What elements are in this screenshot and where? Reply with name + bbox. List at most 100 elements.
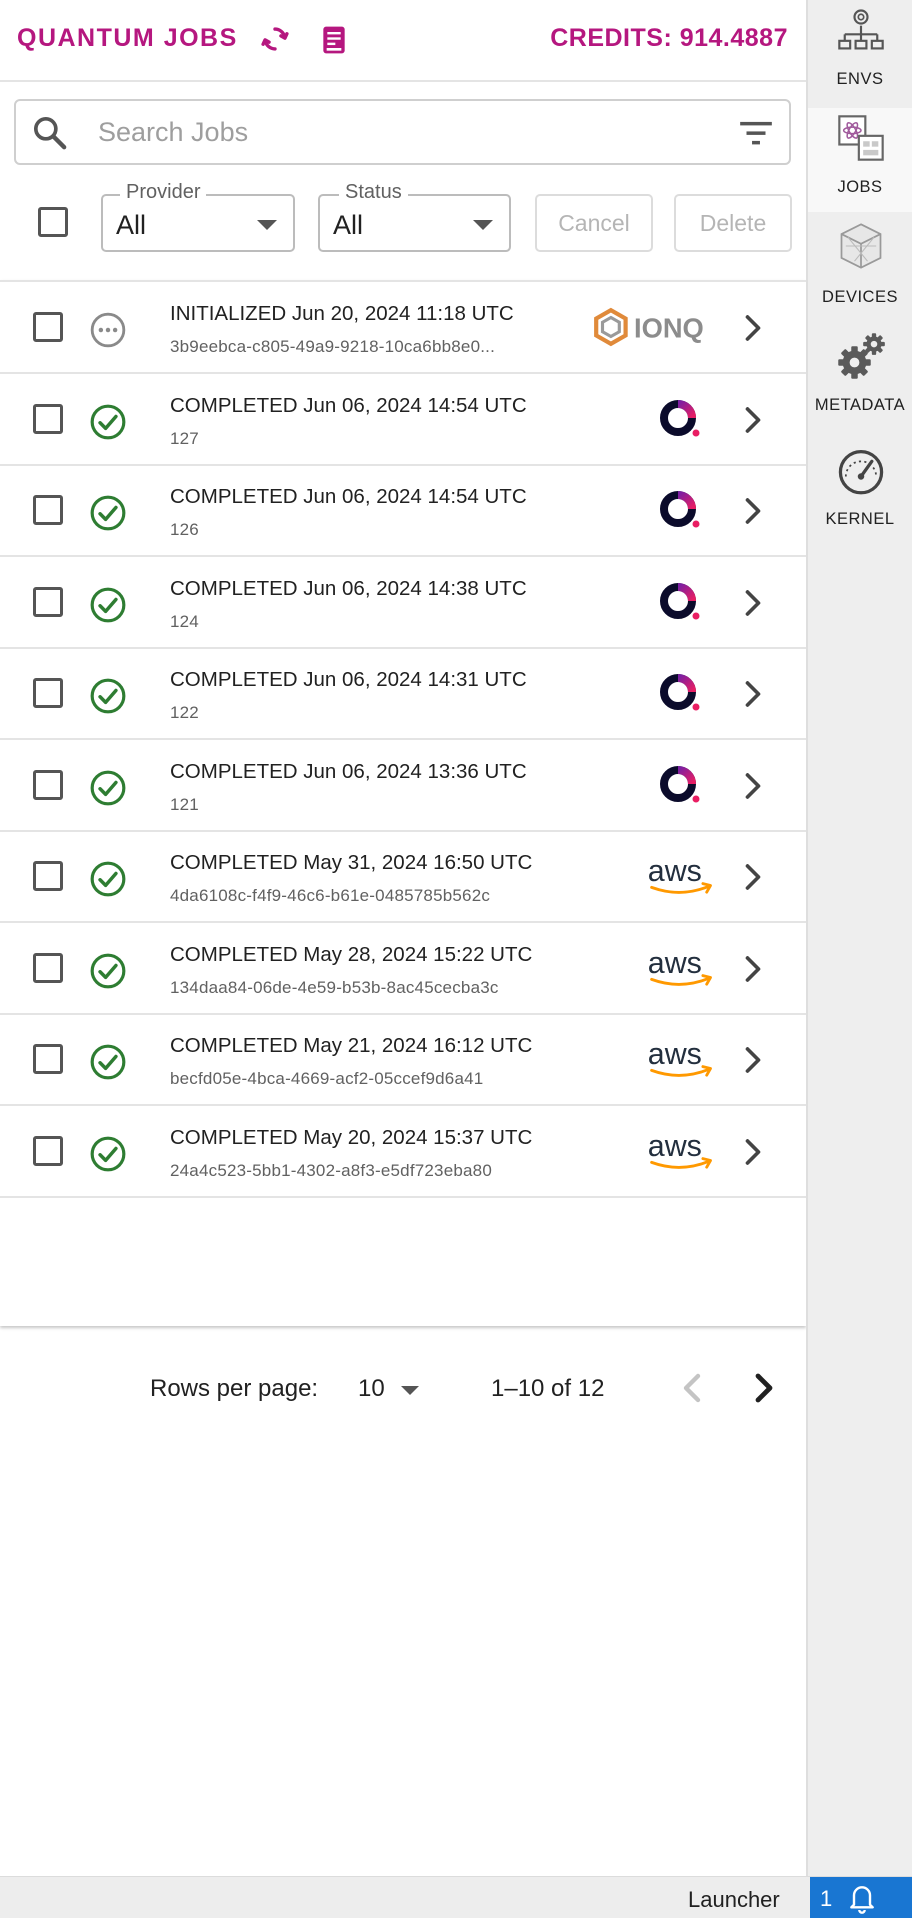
aws-logo: aws (648, 1037, 712, 1077)
chevron-right-icon[interactable] (742, 312, 764, 344)
job-title: COMPLETED Jun 06, 2024 14:38 UTC (170, 576, 527, 600)
chevron-right-icon[interactable] (742, 404, 764, 436)
table-row[interactable]: COMPLETED May 31, 2024 16:50 UTC 4da6108c… (0, 831, 806, 923)
job-title: COMPLETED May 20, 2024 15:37 UTC (170, 1125, 533, 1149)
status-select-value: All (333, 210, 364, 240)
oqc-logo (660, 491, 700, 528)
aws-logo: aws (648, 945, 712, 986)
row-checkbox[interactable] (33, 678, 63, 708)
chevron-right-icon[interactable] (742, 770, 764, 802)
sidebar-item-label: JOBS (837, 178, 883, 196)
chevron-right-icon[interactable] (742, 861, 764, 893)
job-id: 124 (170, 611, 199, 631)
cancel-button[interactable]: Cancel (535, 194, 653, 252)
job-id: 126 (170, 520, 199, 539)
table-row[interactable]: INITIALIZED Jun 20, 2024 11:18 UTC 3b9eeb… (0, 282, 806, 374)
aws-logo: aws (648, 854, 712, 894)
previous-page-icon[interactable] (680, 1372, 704, 1404)
table-row[interactable]: COMPLETED Jun 06, 2024 14:54 UTC 127 (0, 374, 806, 466)
completed-check-icon (90, 1136, 126, 1171)
search-input[interactable] (98, 111, 698, 153)
rows-per-page-select[interactable]: 10 (358, 1375, 385, 1403)
row-checkbox[interactable] (33, 1135, 63, 1166)
table-row[interactable]: COMPLETED May 28, 2024 15:22 UTC 134daa84… (0, 923, 806, 1015)
svg-text:IONQ: IONQ (634, 313, 704, 344)
job-id: 24a4c523-5bb1-4302-a8f3-e5df723eba80 (170, 1160, 492, 1180)
filter-icon[interactable] (737, 116, 775, 150)
chevron-right-icon[interactable] (742, 1136, 764, 1168)
sidebar-item-metadata[interactable]: METADATA (808, 324, 912, 428)
chevron-right-icon[interactable] (742, 495, 764, 527)
svg-text:aws: aws (648, 1128, 702, 1162)
speedometer-icon (838, 449, 884, 495)
job-id: 134daa84-06de-4e59-b53b-8ac45cecba3c (170, 977, 499, 997)
job-title: COMPLETED Jun 06, 2024 14:54 UTC (170, 485, 527, 508)
jobs-panel: QUANTUM JOBS CREDITS: 914.4887 Search Jo… (0, 0, 806, 1876)
provider-select-label: Provider (120, 181, 207, 204)
sidebar-item-devices[interactable]: DEVICES (808, 216, 912, 320)
job-title: INITIALIZED Jun 20, 2024 11:18 UTC (170, 302, 514, 325)
provider-select[interactable]: Provider All (101, 181, 295, 252)
aws-logo: aws (648, 1128, 712, 1169)
completed-check-icon (90, 861, 126, 897)
gears-icon (838, 333, 885, 379)
refresh-icon[interactable] (258, 22, 292, 56)
oqc-logo (660, 674, 700, 711)
oqc-logo (660, 765, 700, 802)
delete-button[interactable]: Delete (674, 194, 792, 252)
job-title: COMPLETED May 21, 2024 16:12 UTC (170, 1034, 533, 1057)
table-row[interactable]: COMPLETED Jun 06, 2024 14:31 UTC 122 (0, 648, 806, 740)
launcher-tab[interactable]: Launcher (688, 1887, 780, 1913)
table-row[interactable]: COMPLETED May 21, 2024 16:12 UTC becfd05e… (0, 1014, 806, 1106)
notification-count: 1 (820, 1886, 833, 1911)
row-checkbox[interactable] (33, 312, 63, 342)
page-range: 1–10 of 12 (491, 1375, 605, 1402)
sidebar-item-jobs[interactable]: JOBS (808, 108, 912, 212)
job-title: COMPLETED May 31, 2024 16:50 UTC (170, 851, 533, 874)
job-id: 127 (170, 428, 199, 448)
dropdown-arrow-icon (473, 220, 493, 230)
pagination: Rows per page: 10 1–10 of 12 (0, 1360, 806, 1416)
ionq-logo: IONQ (594, 307, 704, 347)
table-row[interactable]: COMPLETED Jun 06, 2024 14:54 UTC 126 (0, 465, 806, 557)
row-checkbox[interactable] (33, 1044, 63, 1074)
sidebar-item-kernel[interactable]: KERNEL (808, 432, 912, 536)
chevron-right-icon[interactable] (742, 1044, 764, 1076)
row-checkbox[interactable] (33, 495, 63, 525)
row-checkbox[interactable] (33, 861, 63, 891)
sidebar-item-label: METADATA (814, 396, 906, 414)
completed-check-icon (90, 953, 126, 988)
rows-per-page-arrow-icon[interactable] (401, 1386, 419, 1395)
notifications-button[interactable]: 1 (810, 1877, 912, 1918)
documentation-book-icon[interactable] (318, 23, 350, 57)
job-id: 121 (170, 794, 199, 814)
next-page-icon[interactable] (752, 1372, 776, 1404)
sidebar-item-label: DEVICES (822, 288, 898, 306)
job-id: 3b9eebca-c805-49a9-9218-10ca6bb8e0... (170, 337, 495, 356)
select-all-checkbox[interactable] (38, 207, 68, 237)
chevron-right-icon[interactable] (742, 587, 764, 619)
chevron-right-icon[interactable] (742, 678, 764, 710)
job-title: COMPLETED May 28, 2024 15:22 UTC (170, 942, 533, 966)
sidebar-item-envs[interactable]: ENVS (808, 0, 912, 104)
devices-cube-icon (840, 223, 882, 269)
job-title: COMPLETED Jun 06, 2024 14:31 UTC (170, 668, 527, 691)
row-checkbox[interactable] (33, 403, 63, 434)
row-checkbox[interactable] (33, 769, 63, 800)
status-bar: Launcher 1 (0, 1876, 912, 1918)
table-row[interactable]: COMPLETED Jun 06, 2024 14:38 UTC 124 (0, 557, 806, 649)
jobs-table: INITIALIZED Jun 20, 2024 11:18 UTC 3b9eeb… (0, 280, 806, 1326)
table-row[interactable]: COMPLETED Jun 06, 2024 13:36 UTC 121 (0, 740, 806, 832)
row-checkbox[interactable] (33, 586, 63, 617)
row-checkbox[interactable] (33, 952, 63, 983)
completed-check-icon (90, 587, 126, 622)
job-id: 4da6108c-f4f9-46c6-b61e-0485785b562c (170, 886, 491, 905)
right-sidebar: ENVS JOBS DEVICES METADATA KERNEL (806, 0, 912, 1876)
status-select[interactable]: Status All (318, 181, 511, 252)
chevron-right-icon[interactable] (742, 953, 764, 985)
status-select-label: Status (339, 181, 408, 204)
job-id: 122 (170, 703, 199, 722)
panel-header: QUANTUM JOBS CREDITS: 914.4887 (0, 0, 806, 82)
table-row[interactable]: COMPLETED May 20, 2024 15:37 UTC 24a4c523… (0, 1106, 806, 1198)
page-title: QUANTUM JOBS (17, 24, 238, 52)
